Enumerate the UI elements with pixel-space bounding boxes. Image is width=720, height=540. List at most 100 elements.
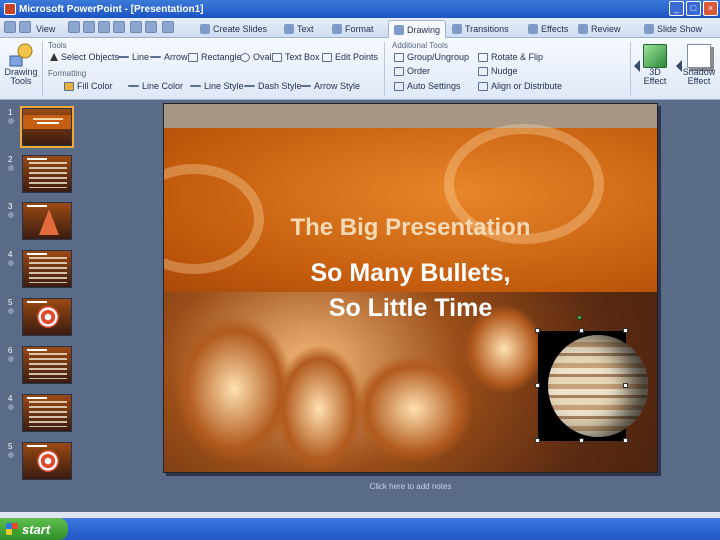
auto-settings-button[interactable]: Auto Settings <box>394 81 461 91</box>
taskbar: start <box>0 518 720 540</box>
arrow-tool[interactable]: Arrow <box>150 52 188 62</box>
slide-number: 4 <box>8 250 13 259</box>
thumbnail-row[interactable]: 2 <box>0 155 80 201</box>
animation-icon <box>8 452 14 458</box>
slide-thumbnail[interactable] <box>22 346 72 384</box>
shadow-icon <box>687 44 711 68</box>
tab-slide-show[interactable]: Slide Show <box>644 20 702 38</box>
oval-tool[interactable]: Oval <box>240 52 272 62</box>
redo-icon[interactable] <box>145 21 157 33</box>
slide-subtitle[interactable]: So Many Bullets, So Little Time <box>164 256 657 326</box>
close-button[interactable]: × <box>703 1 718 16</box>
fill-color-button[interactable]: Fill Color <box>64 81 113 91</box>
line-color-icon <box>128 85 139 87</box>
minimize-button[interactable]: _ <box>669 1 684 16</box>
thumbnail-row[interactable]: 5 <box>0 298 80 344</box>
paste-icon[interactable] <box>113 21 125 33</box>
thumbnail-row[interactable]: 1 <box>0 106 80 154</box>
start-button[interactable]: start <box>0 518 68 540</box>
transitions-icon <box>452 24 462 34</box>
slide-number: 1 <box>8 108 13 117</box>
order-button[interactable]: Order <box>394 66 430 76</box>
tab-effects[interactable]: Effects <box>528 20 568 38</box>
line-color-button[interactable]: Line Color <box>128 81 183 91</box>
ribbon-separator <box>384 42 385 96</box>
align-distribute-button[interactable]: Align or Distribute <box>478 81 562 91</box>
print-icon[interactable] <box>83 21 95 33</box>
drawing-tools-icon <box>9 43 33 67</box>
auto-settings-icon <box>394 81 404 91</box>
slide-thumbnail[interactable] <box>22 442 72 480</box>
undo-icon[interactable] <box>130 21 142 33</box>
resize-handle[interactable] <box>535 438 540 443</box>
order-icon <box>394 66 404 76</box>
line-tool[interactable]: Line <box>118 52 149 62</box>
tab-transitions[interactable]: Transitions <box>452 20 509 38</box>
dash-style-button[interactable]: Dash Style <box>244 81 302 91</box>
copy-icon[interactable] <box>98 21 110 33</box>
line-style-icon <box>190 85 201 87</box>
maximize-button[interactable]: □ <box>686 1 701 16</box>
slide-thumbnail[interactable] <box>20 106 74 148</box>
drawing-icon <box>394 24 404 35</box>
create-slides-icon <box>200 24 210 34</box>
slide-title[interactable]: The Big Presentation <box>164 214 657 242</box>
save-icon[interactable] <box>4 21 16 33</box>
shadow-effect-button[interactable]: Shadow Effect <box>682 44 716 86</box>
slide-thumbnail[interactable] <box>22 202 72 240</box>
edit-points-tool[interactable]: Edit Points <box>322 52 378 62</box>
arrow-style-button[interactable]: Arrow Style <box>300 81 360 91</box>
line-style-button[interactable]: Line Style <box>190 81 244 91</box>
resize-handle[interactable] <box>623 328 628 333</box>
ribbon-separator <box>630 42 631 96</box>
jupiter-image[interactable] <box>538 331 648 441</box>
text-box-tool[interactable]: Text Box <box>272 52 320 62</box>
align-icon <box>478 81 488 91</box>
thumbnail-row[interactable]: 4 <box>0 394 80 440</box>
thumbnail-row[interactable]: 3 <box>0 202 80 248</box>
slide-number: 5 <box>8 442 13 451</box>
slide-canvas[interactable]: The Big Presentation So Many Bullets, So… <box>163 103 658 473</box>
select-objects-tool[interactable]: Select Objects <box>50 52 119 62</box>
tab-view[interactable]: View <box>36 20 55 38</box>
slide-thumbnail[interactable] <box>22 298 72 336</box>
resize-handle[interactable] <box>535 383 540 388</box>
arrow-style-icon <box>300 85 311 87</box>
thumbnail-row[interactable]: 4 <box>0 250 80 296</box>
animation-icon <box>8 212 14 218</box>
3d-effect-button[interactable]: 3D Effect <box>640 44 670 86</box>
tab-text[interactable]: Text <box>284 20 314 38</box>
tab-format[interactable]: Format <box>332 20 374 38</box>
powerpoint-app-icon[interactable] <box>4 3 16 15</box>
rotate-handle[interactable] <box>577 315 582 320</box>
title-bar: Microsoft PowerPoint - [Presentation1] _… <box>0 0 720 18</box>
subtitle-line: So Little Time <box>328 294 493 322</box>
rotate-flip-button[interactable]: Rotate & Flip <box>478 52 543 62</box>
tab-drawing[interactable]: Drawing <box>388 20 447 38</box>
thumbnail-row[interactable]: 6 <box>0 346 80 392</box>
tab-create-slides[interactable]: Create Slides <box>200 20 267 38</box>
slide-thumbnail[interactable] <box>22 155 72 193</box>
resize-handle[interactable] <box>623 438 628 443</box>
open-icon[interactable] <box>19 21 31 33</box>
rectangle-tool[interactable]: Rectangle <box>188 52 242 62</box>
slide-thumbnail[interactable] <box>22 394 72 432</box>
animation-icon <box>8 165 14 171</box>
notes-placeholder[interactable]: Click here to add notes <box>163 482 658 491</box>
new-icon[interactable] <box>68 21 80 33</box>
animation-icon <box>8 404 14 410</box>
resize-handle[interactable] <box>623 383 628 388</box>
window-title: Microsoft PowerPoint - [Presentation1] <box>19 3 204 15</box>
resize-handle[interactable] <box>579 328 584 333</box>
resize-handle[interactable] <box>535 328 540 333</box>
tab-review[interactable]: Review <box>578 20 621 38</box>
group-icon <box>394 52 404 62</box>
slide-thumbnail[interactable] <box>22 250 72 288</box>
thumbnail-row[interactable]: 5 <box>0 442 80 488</box>
resize-handle[interactable] <box>579 438 584 443</box>
dropdown-icon[interactable] <box>162 21 174 33</box>
nudge-button[interactable]: Nudge <box>478 66 518 76</box>
group-ungroup-button[interactable]: Group/Ungroup <box>394 52 469 62</box>
drawing-tools-button[interactable]: Drawing Tools <box>2 42 40 86</box>
slide-number: 2 <box>8 155 13 164</box>
